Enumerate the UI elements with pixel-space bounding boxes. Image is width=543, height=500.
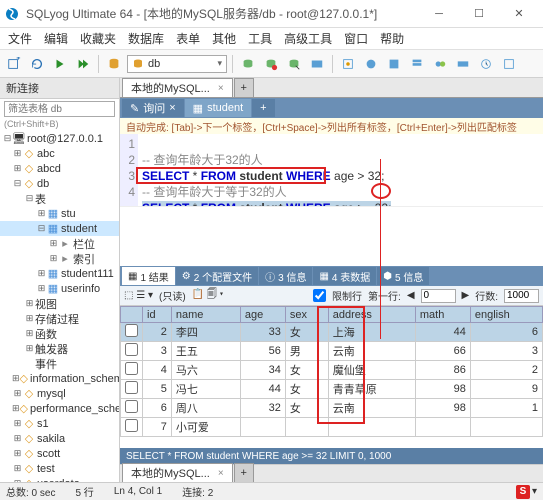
annotation-box-1 [136,167,326,184]
table-row[interactable]: 6周八32女云南981 [121,399,543,418]
db-icon[interactable] [104,54,124,74]
annotation-arrow [380,159,381,339]
query-tab[interactable]: ✎ 询问 × [122,99,184,117]
result-toolbar: ⬚ ☰ ▾ (只读) 📋 🗐 ▾ 限制行 第一行: ◀ ▶ 行数: [120,286,543,306]
tool-icon-4[interactable] [307,54,327,74]
bottom-conn-tabs: 本地的MySQL...× + [120,464,543,482]
first-row-input[interactable] [421,289,456,303]
tool-icon-2[interactable] [261,54,281,74]
result-tab-3[interactable]: ⓘ 3 信息 [259,267,312,285]
table-row[interactable]: 5冯七44女青青草原989 [121,380,543,399]
readonly-label: (只读) [159,288,186,303]
editor-blank [120,206,543,266]
tool-icon-5[interactable] [338,54,358,74]
table-row[interactable]: 2李四33女上海446 [121,323,543,342]
result-tabs: ▦ 1 结果 ⚙ 2 个配置文件 ⓘ 3 信息 ▦ 4 表数据 ⬢ 5 信息 [120,266,543,286]
table-row[interactable]: 7小可爱 [121,418,543,437]
object-browser: 新连接 (Ctrl+Shift+B) ⊟🖥root@127.0.0.1 ⊞◇ab… [0,78,120,482]
tool-icon-8[interactable] [407,54,427,74]
close-button[interactable]: ✕ [499,0,539,28]
conn-tab-bottom[interactable]: 本地的MySQL...× [122,463,233,482]
table-row[interactable]: 4马六34女魔仙堡862 [121,361,543,380]
menu-table[interactable]: 表单 [176,30,200,47]
status-conns: 连接: 2 [182,484,213,499]
menu-help[interactable]: 帮助 [380,30,404,47]
main-toolbar: db ▾ [0,50,543,78]
new-connection-icon[interactable] [4,54,24,74]
connection-tabs: 本地的MySQL...× + [120,78,543,98]
status-pos: Ln 4, Col 1 [114,486,162,497]
query-status: SELECT * FROM student WHERE age >= 32 LI… [120,448,543,464]
tool-icon-10[interactable] [453,54,473,74]
filter-input[interactable] [4,101,115,117]
chevron-down-icon: ▾ [217,58,222,69]
result-tab-4[interactable]: ▦ 4 表数据 [313,267,376,285]
result-grid[interactable]: idnameagesexaddressmathenglish2李四33女上海44… [120,306,543,448]
status-rows: 5 行 [75,484,93,499]
db-tree[interactable]: ⊟🖥root@127.0.0.1 ⊞◇abc ⊞◇abcd ⊟◇db ⊟表 ⊞▦… [0,129,119,482]
query-tabs: ✎ 询问 × ▦ student + [120,98,543,118]
tool-icon-9[interactable] [430,54,450,74]
menu-db[interactable]: 数据库 [128,30,164,47]
connection-header: 新连接 [0,78,119,99]
table-tab[interactable]: ▦ student [185,99,252,117]
db-small-icon [132,58,144,70]
separator [332,55,333,73]
title-bar: SQLyog Ultimate 64 - [本地的MySQL服务器/db - r… [0,0,543,28]
maximize-button[interactable]: ☐ [459,0,499,28]
filter-hint: (Ctrl+Shift+B) [0,119,119,129]
app-logo-icon [4,6,20,22]
tool-icon-12[interactable] [499,54,519,74]
menu-other[interactable]: 其他 [212,30,236,47]
tool-icon-6[interactable] [361,54,381,74]
execute-all-icon[interactable] [73,54,93,74]
window-title: SQLyog Ultimate 64 - [本地的MySQL服务器/db - r… [26,5,419,22]
table-row[interactable]: 3王五56男云南663 [121,342,543,361]
tool-icon-11[interactable] [476,54,496,74]
conn-tab[interactable]: 本地的MySQL...× [122,78,233,97]
sql-editor[interactable]: 1234 -- 查询年龄大于32的人 SELECT * FROM student… [120,134,543,206]
tool-icon-1[interactable] [238,54,258,74]
menu-bar: 文件 编辑 收藏夹 数据库 表单 其他 工具 高级工具 窗口 帮助 [0,28,543,50]
result-tab-5[interactable]: ⬢ 5 信息 [377,267,429,285]
autocomplete-hint: 自动完成: [Tab]->下一个标签，[Ctrl+Space]->列出所有标签，… [120,118,543,134]
status-total: 总数: 0 sec [6,484,55,499]
result-tab-2[interactable]: ⚙ 2 个配置文件 [176,267,258,285]
close-icon[interactable]: × [218,83,224,94]
menu-tools[interactable]: 工具 [248,30,272,47]
execute-icon[interactable] [50,54,70,74]
menu-advtools[interactable]: 高级工具 [284,30,332,47]
menu-window[interactable]: 窗口 [344,30,368,47]
limit-checkbox[interactable] [313,289,326,302]
separator [232,55,233,73]
annotation-circle [371,183,391,199]
minimize-button[interactable]: ─ [419,0,459,28]
tool-icon-7[interactable] [384,54,404,74]
menu-file[interactable]: 文件 [8,30,32,47]
add-conn-tab[interactable]: + [234,78,254,97]
tool-icon-3[interactable] [284,54,304,74]
status-bar: 总数: 0 sec 5 行 Ln 4, Col 1 连接: 2 S▾ [0,482,543,500]
editor-area: 本地的MySQL...× + ✎ 询问 × ▦ student + 自动完成: … [120,78,543,482]
database-selector[interactable]: db ▾ [127,55,227,73]
menu-edit[interactable]: 编辑 [44,30,68,47]
separator [98,55,99,73]
row-count-input[interactable] [504,289,539,303]
refresh-icon[interactable] [27,54,47,74]
menu-fav[interactable]: 收藏夹 [80,30,116,47]
brand-badge: S▾ [516,485,537,499]
result-tab-1[interactable]: ▦ 1 结果 [122,267,175,285]
add-conn-bottom[interactable]: + [234,463,254,482]
add-query-tab[interactable]: + [252,99,274,117]
